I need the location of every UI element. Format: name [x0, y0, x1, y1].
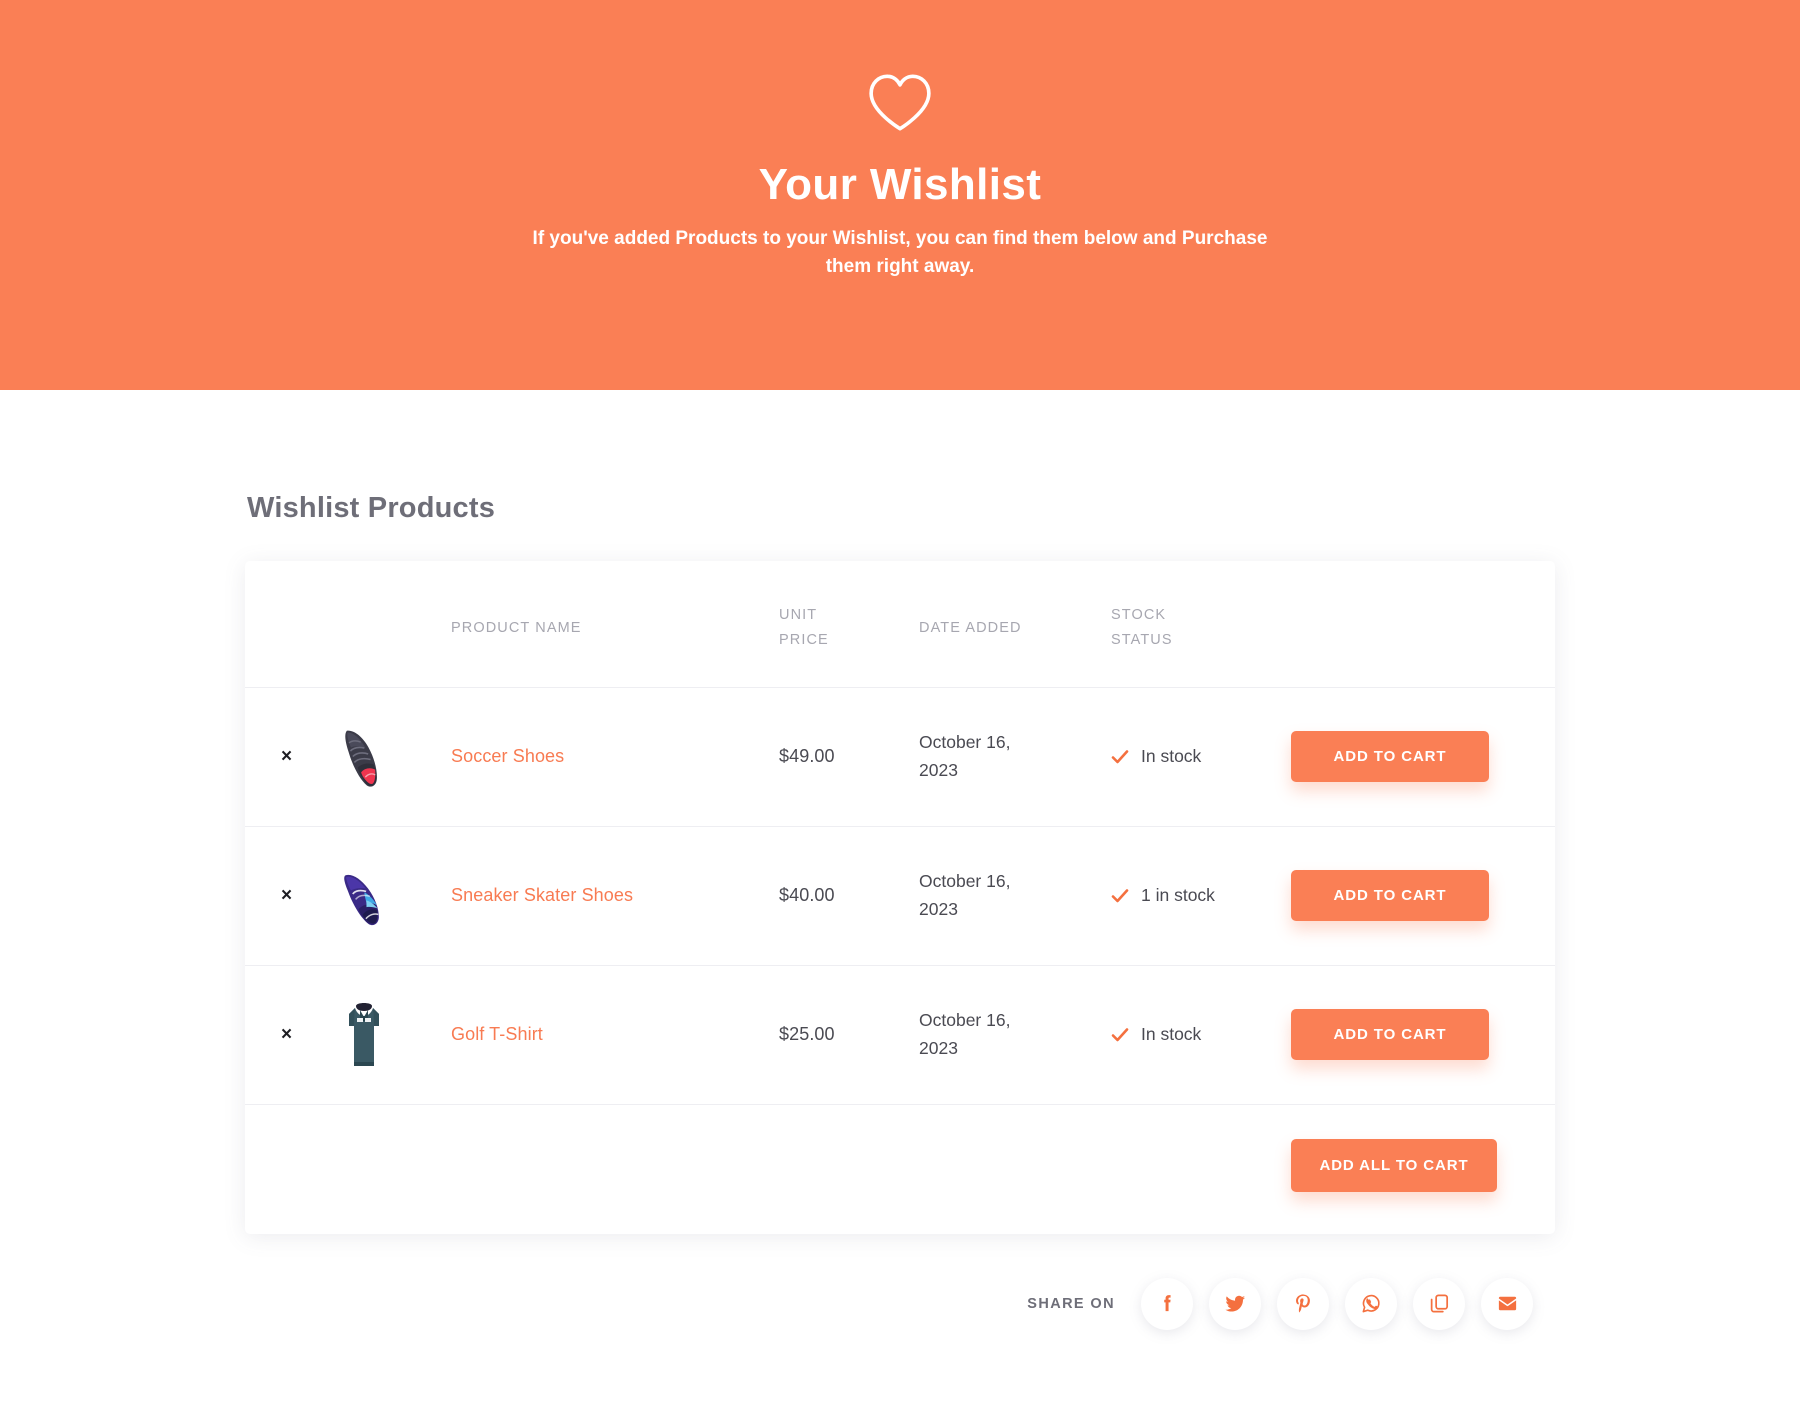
golf-tshirt-thumbnail: [333, 996, 395, 1074]
product-name-link[interactable]: Golf T-Shirt: [451, 1024, 543, 1044]
remove-item-button[interactable]: ×: [273, 743, 300, 770]
check-icon: [1111, 1026, 1129, 1044]
wishlist-table: PRODUCT NAME UNIT PRICE DATE ADDED STOCK: [245, 561, 1555, 1234]
twitter-icon[interactable]: [1209, 1277, 1261, 1330]
price-cell: $25.00: [779, 965, 919, 1104]
thumbnail-cell: [333, 687, 451, 826]
stock-cell: In stock: [1111, 687, 1291, 826]
action-cell: ADD TO CART: [1291, 826, 1555, 965]
main-content: Wishlist Products PRODUCT NAME UNIT PRIC…: [0, 390, 1800, 1330]
table-header-row: PRODUCT NAME UNIT PRICE DATE ADDED STOCK: [245, 561, 1555, 688]
whatsapp-icon[interactable]: [1345, 1277, 1397, 1330]
content-container: Wishlist Products PRODUCT NAME UNIT PRIC…: [245, 390, 1555, 1330]
column-header-unit-price-line1: UNIT: [779, 607, 818, 623]
date-cell: October 16, 2023: [919, 965, 1111, 1104]
sneaker-shoe-thumbnail: [333, 857, 395, 935]
table-footer-row: ADD ALL TO CART: [245, 1104, 1555, 1234]
product-name-link[interactable]: Soccer Shoes: [451, 746, 564, 766]
stock-status-label: In stock: [1141, 746, 1202, 767]
stock-status: In stock: [1111, 746, 1291, 767]
email-icon[interactable]: [1481, 1277, 1533, 1330]
product-name-cell: Sneaker Skater Shoes: [451, 826, 779, 965]
footer-spacer: [245, 1104, 1291, 1234]
unit-price: $25.00: [779, 1024, 835, 1045]
table-row: ×: [245, 687, 1555, 827]
column-header-action: [1291, 561, 1555, 688]
thumbnail-cell: [333, 826, 451, 965]
action-cell: ADD TO CART: [1291, 687, 1555, 826]
stock-status: 1 in stock: [1111, 885, 1291, 906]
heart-icon: [865, 72, 935, 134]
remove-cell: ×: [245, 826, 333, 965]
wishlist-table-card: PRODUCT NAME UNIT PRICE DATE ADDED STOCK: [245, 561, 1555, 1234]
share-row: SHARE ON: [245, 1277, 1555, 1330]
date-added: October 16, 2023: [919, 1010, 1011, 1058]
unit-price: $40.00: [779, 885, 835, 906]
stock-status: In stock: [1111, 1024, 1291, 1045]
table-body: × Soccer Shoes $49.00 October 16, 2023 I…: [245, 687, 1555, 1234]
wishlist-hero: Your Wishlist If you've added Products t…: [0, 0, 1800, 390]
add-all-cell: ADD ALL TO CART: [1291, 1104, 1555, 1234]
remove-item-button[interactable]: ×: [273, 1021, 300, 1048]
date-cell: October 16, 2023: [919, 687, 1111, 826]
price-cell: $40.00: [779, 826, 919, 965]
facebook-icon[interactable]: [1141, 1277, 1193, 1330]
copy-link-icon[interactable]: [1413, 1277, 1465, 1330]
check-icon: [1111, 748, 1129, 766]
stock-cell: 1 in stock: [1111, 826, 1291, 965]
table-row: ×: [245, 826, 1555, 966]
remove-cell: ×: [245, 965, 333, 1104]
stock-status-label: 1 in stock: [1141, 885, 1215, 906]
price-cell: $49.00: [779, 687, 919, 826]
remove-cell: ×: [245, 687, 333, 826]
add-to-cart-button[interactable]: ADD TO CART: [1291, 870, 1489, 922]
column-header-stock-status-line2: STATUS: [1111, 631, 1173, 648]
action-cell: ADD TO CART: [1291, 965, 1555, 1104]
share-label: SHARE ON: [1027, 1295, 1115, 1312]
product-name-cell: Golf T-Shirt: [451, 965, 779, 1104]
date-added: October 16, 2023: [919, 871, 1011, 919]
page-title: Your Wishlist: [758, 160, 1042, 209]
column-header-date-added: DATE ADDED: [919, 561, 1111, 688]
hero-subtitle: If you've added Products to your Wishlis…: [532, 227, 1268, 278]
soccer-shoe-thumbnail: [333, 718, 395, 796]
stock-cell: In stock: [1111, 965, 1291, 1104]
add-all-to-cart-button[interactable]: ADD ALL TO CART: [1291, 1138, 1497, 1192]
column-header-thumbnail: [333, 561, 451, 688]
column-header-product-name: PRODUCT NAME: [451, 561, 779, 688]
date-cell: October 16, 2023: [919, 826, 1111, 965]
remove-item-button[interactable]: ×: [273, 882, 300, 909]
product-name-cell: Soccer Shoes: [451, 687, 779, 826]
add-to-cart-button[interactable]: ADD TO CART: [1291, 731, 1489, 783]
product-name-link[interactable]: Sneaker Skater Shoes: [451, 885, 633, 905]
date-added: October 16, 2023: [919, 732, 1011, 780]
column-header-unit-price-line2: PRICE: [779, 631, 829, 648]
column-header-unit-price: UNIT PRICE: [779, 561, 919, 688]
check-icon: [1111, 887, 1129, 905]
column-header-stock-status-line1: STOCK: [1111, 607, 1167, 623]
table-row: ×: [245, 965, 1555, 1105]
table-head: PRODUCT NAME UNIT PRICE DATE ADDED STOCK: [245, 561, 1555, 688]
column-header-stock-status: STOCK STATUS: [1111, 561, 1291, 688]
pinterest-icon[interactable]: [1277, 1277, 1329, 1330]
thumbnail-cell: [333, 965, 451, 1104]
column-header-remove: [245, 561, 333, 688]
unit-price: $49.00: [779, 746, 835, 767]
add-to-cart-button[interactable]: ADD TO CART: [1291, 1009, 1489, 1061]
section-title: Wishlist Products: [247, 492, 496, 524]
stock-status-label: In stock: [1141, 1024, 1202, 1045]
